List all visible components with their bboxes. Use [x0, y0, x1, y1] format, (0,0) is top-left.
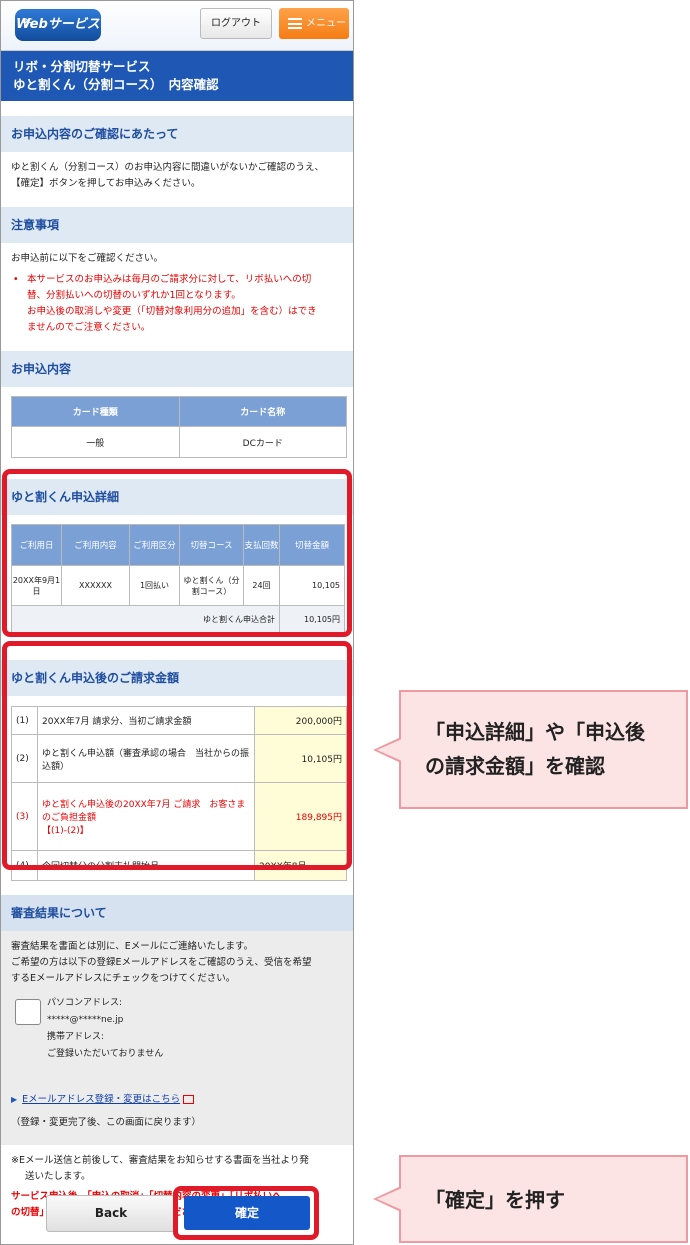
table-header: カード名称	[178, 396, 347, 427]
email-register-link[interactable]: Eメールアドレス登録・変更はこちら	[22, 1094, 180, 1105]
review-panel: 審査結果について 審査結果を書面とは別に、Eメールにご連絡いたします。 ご希望の…	[1, 895, 353, 1145]
menu-button[interactable]: メニュー	[279, 8, 349, 39]
external-window-icon	[183, 1095, 195, 1104]
app-header: DC Webサービス ログアウト メニュー	[1, 1, 353, 51]
confirm-highlight-frame	[173, 1186, 319, 1240]
table-cell: DCカード	[178, 426, 347, 458]
email-selection: パソコンアドレス: *****@*****ne.jp 携帯アドレス: ご登録いた…	[1, 987, 353, 1082]
pc-email-checkbox[interactable]	[15, 999, 41, 1025]
logout-button[interactable]: ログアウト	[200, 8, 272, 39]
section-heading-notes: 注意事項	[1, 207, 353, 243]
page-title: リボ・分割切替サービス ゆと割くん（分割コース） 内容確認	[1, 51, 353, 101]
back-button[interactable]: Back	[46, 1195, 176, 1232]
hamburger-icon	[288, 18, 302, 29]
table-header: カード種類	[11, 396, 180, 427]
section-heading-application: お申込内容	[1, 351, 353, 387]
detail-highlight-frame	[2, 469, 352, 637]
billing-highlight-frame	[2, 641, 352, 870]
callout-press-confirm: 「確定」を押す	[373, 1155, 688, 1243]
confirm-text: ゆと割くん（分割コース）のお申込内容に間違いがないかご確認のうえ、 【確定】ボタ…	[11, 162, 325, 189]
callout-check-details: 「申込詳細」や「申込後 の請求金額」を確認	[373, 690, 688, 809]
section-heading-review: 審査結果について	[1, 895, 353, 931]
triangle-icon: ▶	[11, 1095, 18, 1104]
notes-text: お申込前に以下をご確認ください。 本サービスのお申込みは毎月のご請求分に対して、…	[1, 243, 353, 336]
card-info-table: カード種類 カード名称 一般 DCカード	[11, 396, 347, 458]
section-heading-confirm: お申込内容のご確認にあたって	[1, 116, 353, 152]
web-service-logo[interactable]: DC Webサービス	[15, 9, 101, 41]
table-cell: 一般	[11, 426, 180, 458]
